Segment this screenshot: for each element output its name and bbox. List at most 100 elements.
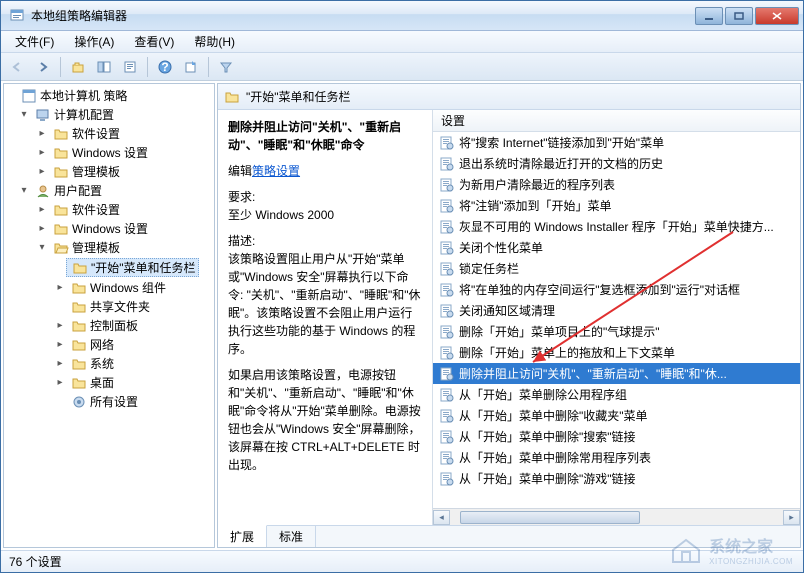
policy-item-icon: [439, 450, 455, 466]
tab-extended[interactable]: 扩展: [218, 525, 267, 547]
list-item[interactable]: 从「开始」菜单中删除"搜索"链接: [433, 426, 800, 447]
forward-button[interactable]: [31, 56, 55, 78]
list-item[interactable]: 从「开始」菜单中删除"游戏"链接: [433, 468, 800, 489]
list-item[interactable]: 从「开始」菜单中删除常用程序列表: [433, 447, 800, 468]
show-hide-tree-button[interactable]: [92, 56, 116, 78]
status-text: 76 个设置: [9, 553, 62, 570]
folder-icon: [71, 356, 87, 372]
requirements-label: 要求:: [228, 188, 422, 206]
policy-item-icon: [439, 261, 455, 277]
edit-policy-link[interactable]: 策略设置: [252, 164, 300, 178]
list-item-label: 将"注销"添加到「开始」菜单: [459, 197, 612, 214]
list-item-label: 将"在单独的内存空间运行"复选框添加到"运行"对话框: [459, 281, 740, 298]
list-item[interactable]: 将"注销"添加到「开始」菜单: [433, 195, 800, 216]
list-item[interactable]: 锁定任务栏: [433, 258, 800, 279]
list-item[interactable]: 灰显不可用的 Windows Installer 程序「开始」菜单快捷方...: [433, 216, 800, 237]
user-icon: [35, 183, 51, 199]
expand-icon[interactable]: ▸: [54, 358, 66, 369]
tab-standard[interactable]: 标准: [267, 526, 316, 547]
tree-shared-folders[interactable]: 共享文件夹: [4, 297, 214, 316]
export-button[interactable]: [179, 56, 203, 78]
list-item-label: 从「开始」菜单中删除"收藏夹"菜单: [459, 407, 648, 424]
menu-action[interactable]: 操作(A): [66, 31, 122, 52]
policy-item-icon: [439, 135, 455, 151]
list-item[interactable]: 关闭通知区域清理: [433, 300, 800, 321]
folder-open-icon: [53, 240, 69, 256]
expand-icon[interactable]: ▸: [54, 339, 66, 350]
toolbar-separator: [60, 57, 61, 77]
tree-uc-admin[interactable]: ▾管理模板: [4, 238, 214, 257]
expand-icon[interactable]: ▾: [36, 242, 48, 253]
list-item[interactable]: 从「开始」菜单中删除"收藏夹"菜单: [433, 405, 800, 426]
tree-pane[interactable]: 本地计算机 策略 ▾计算机配置 ▸软件设置 ▸Windows 设置 ▸管理模板 …: [3, 83, 215, 548]
scroll-right-button[interactable]: ▸: [783, 510, 800, 525]
expand-icon[interactable]: ▸: [36, 204, 48, 215]
tree-uc-software[interactable]: ▸软件设置: [4, 200, 214, 219]
policy-icon: [21, 88, 37, 104]
list-item-label: 为新用户清除最近的程序列表: [459, 176, 615, 193]
menu-help[interactable]: 帮助(H): [186, 31, 243, 52]
toolbar-separator: [147, 57, 148, 77]
policy-item-icon: [439, 156, 455, 172]
menu-file[interactable]: 文件(F): [7, 31, 62, 52]
list-item[interactable]: 将"搜索 Internet"链接添加到"开始"菜单: [433, 132, 800, 153]
requirements-value: 至少 Windows 2000: [228, 206, 422, 224]
expand-icon[interactable]: ▾: [18, 109, 30, 120]
tree-network[interactable]: ▸网络: [4, 335, 214, 354]
maximize-button[interactable]: [725, 7, 753, 25]
expand-icon[interactable]: ▸: [36, 147, 48, 158]
folder-icon: [72, 260, 88, 276]
description-text-2: 如果启用该策略设置，电源按钮和"关机"、"重新启动"、"睡眠"和"休眠"命令将从…: [228, 366, 422, 474]
policy-item-icon: [439, 198, 455, 214]
list-item-label: 退出系统时清除最近打开的文档的历史: [459, 155, 663, 172]
policy-item-icon: [439, 429, 455, 445]
help-button[interactable]: ?: [153, 56, 177, 78]
expand-icon[interactable]: ▸: [36, 166, 48, 177]
tree-cc-admin[interactable]: ▸管理模板: [4, 162, 214, 181]
list-item-label: 删除「开始」菜单上的拖放和上下文菜单: [459, 344, 675, 361]
list-item[interactable]: 从「开始」菜单删除公用程序组: [433, 384, 800, 405]
up-button[interactable]: [66, 56, 90, 78]
list-item[interactable]: 退出系统时清除最近打开的文档的历史: [433, 153, 800, 174]
filter-button[interactable]: [214, 56, 238, 78]
expand-icon[interactable]: ▸: [36, 223, 48, 234]
tree-cc-software[interactable]: ▸软件设置: [4, 124, 214, 143]
settings-list[interactable]: 将"搜索 Internet"链接添加到"开始"菜单退出系统时清除最近打开的文档的…: [433, 132, 800, 508]
tree-desktop[interactable]: ▸桌面: [4, 373, 214, 392]
expand-icon[interactable]: ▸: [54, 320, 66, 331]
tree-all-settings[interactable]: 所有设置: [4, 392, 214, 411]
menu-view[interactable]: 查看(V): [126, 31, 182, 52]
expand-icon[interactable]: ▸: [36, 128, 48, 139]
folder-icon: [71, 375, 87, 391]
list-item[interactable]: 将"在单独的内存空间运行"复选框添加到"运行"对话框: [433, 279, 800, 300]
tree-user-config[interactable]: ▾用户配置: [4, 181, 214, 200]
scroll-track[interactable]: [450, 510, 783, 525]
tree-computer-config[interactable]: ▾计算机配置: [4, 105, 214, 124]
tree-cc-windows[interactable]: ▸Windows 设置: [4, 143, 214, 162]
list-item[interactable]: 删除「开始」菜单项目上的"气球提示": [433, 321, 800, 342]
tree-start-taskbar[interactable]: "开始"菜单和任务栏: [4, 257, 214, 278]
column-setting[interactable]: 设置: [441, 112, 465, 129]
expand-icon[interactable]: ▸: [54, 282, 66, 293]
tree-root[interactable]: 本地计算机 策略: [4, 86, 214, 105]
minimize-button[interactable]: [695, 7, 723, 25]
tree-control-panel[interactable]: ▸控制面板: [4, 316, 214, 335]
properties-button[interactable]: [118, 56, 142, 78]
horizontal-scrollbar[interactable]: ◂ ▸: [433, 508, 800, 525]
scroll-thumb[interactable]: [460, 511, 640, 524]
list-item[interactable]: 为新用户清除最近的程序列表: [433, 174, 800, 195]
tree-system[interactable]: ▸系统: [4, 354, 214, 373]
computer-icon: [35, 107, 51, 123]
close-button[interactable]: [755, 7, 799, 25]
expand-icon[interactable]: ▸: [54, 377, 66, 388]
expand-icon[interactable]: ▾: [18, 185, 30, 196]
list-item[interactable]: 删除「开始」菜单上的拖放和上下文菜单: [433, 342, 800, 363]
list-item-label: 灰显不可用的 Windows Installer 程序「开始」菜单快捷方...: [459, 218, 774, 235]
scroll-left-button[interactable]: ◂: [433, 510, 450, 525]
tree-windows-components[interactable]: ▸Windows 组件: [4, 278, 214, 297]
list-item[interactable]: 删除并阻止访问"关机"、"重新启动"、"睡眠"和"休...: [433, 363, 800, 384]
list-header[interactable]: 设置: [433, 110, 800, 132]
list-item[interactable]: 关闭个性化菜单: [433, 237, 800, 258]
menubar: 文件(F) 操作(A) 查看(V) 帮助(H): [1, 31, 803, 53]
tree-uc-windows[interactable]: ▸Windows 设置: [4, 219, 214, 238]
